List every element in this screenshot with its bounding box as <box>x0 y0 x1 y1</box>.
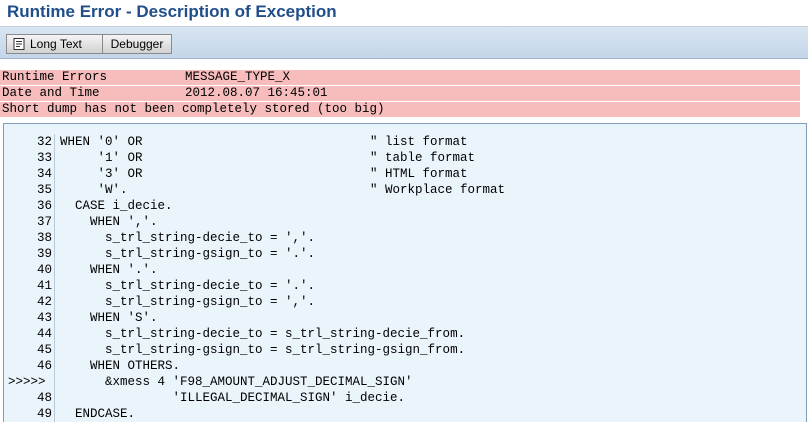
code-text: s_trl_string-decie_to = ','. <box>60 231 316 245</box>
line-number: 42 <box>8 294 55 310</box>
line-number: 40 <box>8 262 55 278</box>
long-text-label: Long Text <box>30 37 82 51</box>
application-toolbar: Long Text Debugger <box>0 27 808 59</box>
line-number: 43 <box>8 310 55 326</box>
code-text: s_trl_string-gsign_to = '.'. <box>60 247 316 261</box>
code-text: '1' OR <box>60 151 143 165</box>
code-text: s_trl_string-gsign_to = s_trl_string-gsi… <box>60 343 466 357</box>
header-label: Runtime Errors <box>2 70 108 84</box>
line-number: 38 <box>8 230 55 246</box>
header-row-runtime-errors: Runtime Errors MESSAGE_TYPE_X <box>0 70 800 85</box>
code-comment: " Workplace format <box>370 183 506 197</box>
code-line: 37 WHEN ','. <box>4 214 806 230</box>
code-line: 45 s_trl_string-gsign_to = s_trl_string-… <box>4 342 806 358</box>
code-line: 36 CASE i_decie. <box>4 198 806 214</box>
code-text: s_trl_string-decie_to = '.'. <box>60 279 316 293</box>
code-line: 42 s_trl_string-gsign_to = ','. <box>4 294 806 310</box>
line-number: 36 <box>8 198 55 214</box>
code-line: 33 '1' OR " table format <box>4 150 806 166</box>
header-row-date-time: Date and Time 2012.08.07 16:45:01 <box>0 86 800 101</box>
code-line: 40 WHEN '.'. <box>4 262 806 278</box>
code-line: 39 s_trl_string-gsign_to = '.'. <box>4 246 806 262</box>
code-line: 44 s_trl_string-decie_to = s_trl_string-… <box>4 326 806 342</box>
line-number: 39 <box>8 246 55 262</box>
header-value: 2012.08.07 16:45:01 <box>185 86 328 100</box>
title-bar: Runtime Error - Description of Exception <box>0 0 808 27</box>
line-number: 41 <box>8 278 55 294</box>
line-number: 33 <box>8 150 55 166</box>
code-line: 32 WHEN '0' OR " list format <box>4 134 806 150</box>
code-line: 48 'ILLEGAL_DECIMAL_SIGN' i_decie. <box>4 390 806 406</box>
code-line-error: >>>>> &xmess 4 'F98_AMOUNT_ADJUST_DECIMA… <box>4 374 806 390</box>
code-line: 49 ENDCASE. <box>4 406 806 422</box>
code-text: 'W'. <box>60 183 128 197</box>
dump-header: Runtime Errors MESSAGE_TYPE_X Date and T… <box>0 59 808 122</box>
debugger-label: Debugger <box>110 37 164 51</box>
code-text: s_trl_string-gsign_to = ','. <box>60 295 316 309</box>
header-value: MESSAGE_TYPE_X <box>185 70 291 84</box>
code-text: CASE i_decie. <box>60 199 173 213</box>
code-text: ENDCASE. <box>60 407 136 421</box>
error-line-marker: >>>>> <box>8 374 55 390</box>
code-line: 35 'W'. " Workplace format <box>4 182 806 198</box>
line-number: 35 <box>8 182 55 198</box>
header-label: Short dump has not been completely store… <box>2 102 385 116</box>
code-text: '3' OR <box>60 167 143 181</box>
line-number: 45 <box>8 342 55 358</box>
code-text: s_trl_string-decie_to = s_trl_string-dec… <box>60 327 466 341</box>
line-number: 49 <box>8 406 55 422</box>
line-number: 46 <box>8 358 55 374</box>
code-line: 34 '3' OR " HTML format <box>4 166 806 182</box>
code-text: WHEN '0' OR <box>60 135 143 149</box>
code-text: WHEN ','. <box>60 215 158 229</box>
code-text: WHEN 'S'. <box>60 311 158 325</box>
header-label: Date and Time <box>2 86 100 100</box>
code-text: WHEN '.'. <box>60 263 158 277</box>
code-text: &xmess 4 'F98_AMOUNT_ADJUST_DECIMAL_SIGN… <box>60 375 413 389</box>
code-comment: " HTML format <box>370 167 468 181</box>
line-number: 34 <box>8 166 55 182</box>
code-comment: " table format <box>370 151 476 165</box>
line-number: 44 <box>8 326 55 342</box>
header-row-short-dump-note: Short dump has not been completely store… <box>0 102 800 117</box>
line-number: 32 <box>8 134 55 150</box>
long-text-button[interactable]: Long Text <box>6 34 106 54</box>
code-line: 41 s_trl_string-decie_to = '.'. <box>4 278 806 294</box>
scroll-icon <box>12 37 26 51</box>
line-number: 37 <box>8 214 55 230</box>
page-title: Runtime Error - Description of Exception <box>7 2 337 21</box>
line-number: 48 <box>8 390 55 406</box>
code-comment: " list format <box>370 135 468 149</box>
code-line: 43 WHEN 'S'. <box>4 310 806 326</box>
source-code-panel: 32 WHEN '0' OR " list format 33 '1' OR " tab… <box>3 123 807 422</box>
debugger-button[interactable]: Debugger <box>102 34 172 54</box>
code-line: 38 s_trl_string-decie_to = ','. <box>4 230 806 246</box>
code-text: WHEN OTHERS. <box>60 359 181 373</box>
code-text: 'ILLEGAL_DECIMAL_SIGN' i_decie. <box>60 391 406 405</box>
code-line: 46 WHEN OTHERS. <box>4 358 806 374</box>
